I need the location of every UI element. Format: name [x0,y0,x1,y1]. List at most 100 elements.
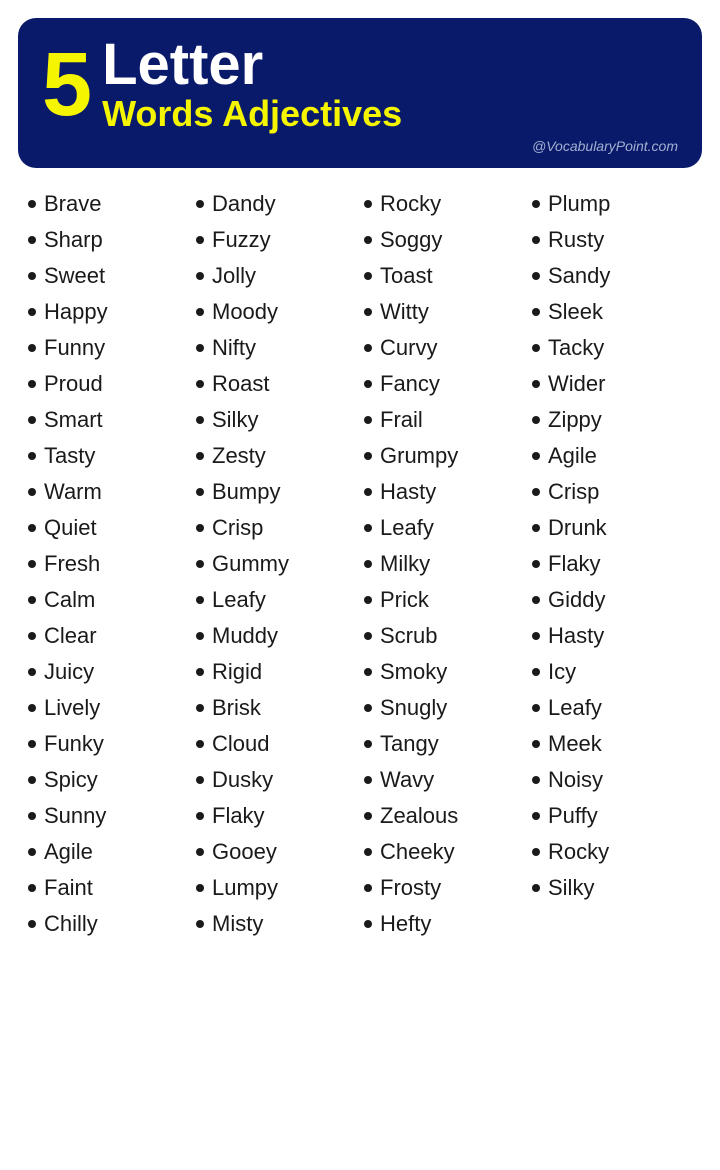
word-label: Puffy [548,803,598,829]
word-label: Rusty [548,227,604,253]
bullet-icon [196,272,204,280]
bullet-icon [28,488,36,496]
bullet-icon [532,524,540,532]
list-item: Cheeky [364,834,524,870]
list-item: Fuzzy [196,222,356,258]
bullet-icon [28,812,36,820]
list-item: Funky [28,726,188,762]
bullet-icon [364,200,372,208]
list-item: Plump [532,186,692,222]
bullet-icon [532,308,540,316]
bullet-icon [196,452,204,460]
bullet-icon [364,236,372,244]
bullet-icon [28,344,36,352]
list-item: Flaky [196,798,356,834]
bullet-icon [196,776,204,784]
list-item: Hasty [532,618,692,654]
word-label: Plump [548,191,610,217]
word-label: Scrub [380,623,437,649]
bullet-icon [196,308,204,316]
bullet-icon [196,236,204,244]
word-label: Leafy [212,587,266,613]
word-label: Spicy [44,767,98,793]
word-label: Cloud [212,731,269,757]
word-columns: BraveSharpSweetHappyFunnyProudSmartTasty… [24,186,696,942]
list-item: Snugly [364,690,524,726]
word-label: Moody [212,299,278,325]
word-label: Smoky [380,659,447,685]
word-label: Frosty [380,875,441,901]
bullet-icon [532,416,540,424]
word-label: Soggy [380,227,442,253]
list-item: Tacky [532,330,692,366]
list-item: Leafy [532,690,692,726]
list-item: Smoky [364,654,524,690]
word-label: Sandy [548,263,610,289]
list-item: Lumpy [196,870,356,906]
bullet-icon [28,776,36,784]
word-label: Silky [548,875,594,901]
word-label: Meek [548,731,602,757]
bullet-icon [532,740,540,748]
word-label: Sharp [44,227,103,253]
title-line1: Letter [102,36,402,94]
list-item: Rocky [532,834,692,870]
word-label: Frail [380,407,423,433]
bullet-icon [196,344,204,352]
word-label: Agile [44,839,93,865]
bullet-icon [532,704,540,712]
list-item: Smart [28,402,188,438]
bullet-icon [28,452,36,460]
bullet-icon [28,884,36,892]
list-item: Agile [532,438,692,474]
list-item: Giddy [532,582,692,618]
watermark: @VocabularyPoint.com [42,138,678,154]
word-label: Warm [44,479,102,505]
word-label: Clear [44,623,97,649]
word-label: Funky [44,731,104,757]
list-item: Curvy [364,330,524,366]
word-label: Tangy [380,731,439,757]
bullet-icon [196,488,204,496]
word-label: Giddy [548,587,605,613]
list-item: Brave [28,186,188,222]
bullet-icon [364,704,372,712]
page-header: 5 Letter Words Adjectives @VocabularyPoi… [18,18,702,168]
word-label: Calm [44,587,95,613]
word-label: Hefty [380,911,431,937]
bullet-icon [364,740,372,748]
word-label: Toast [380,263,433,289]
list-item: Soggy [364,222,524,258]
list-item: Sharp [28,222,188,258]
word-label: Brisk [212,695,261,721]
bullet-icon [364,452,372,460]
list-item: Icy [532,654,692,690]
bullet-icon [532,272,540,280]
word-label: Tasty [44,443,95,469]
list-item: Rocky [364,186,524,222]
word-label: Agile [548,443,597,469]
word-label: Rocky [548,839,609,865]
list-item: Bumpy [196,474,356,510]
list-item: Zippy [532,402,692,438]
word-label: Crisp [548,479,599,505]
word-label: Zealous [380,803,458,829]
bullet-icon [196,416,204,424]
word-label: Leafy [380,515,434,541]
word-label: Wavy [380,767,434,793]
word-label: Brave [44,191,101,217]
word-label: Misty [212,911,263,937]
bullet-icon [196,812,204,820]
word-label: Roast [212,371,269,397]
list-item: Zealous [364,798,524,834]
list-item: Flaky [532,546,692,582]
word-label: Prick [380,587,429,613]
word-label: Sweet [44,263,105,289]
word-label: Milky [380,551,430,577]
word-label: Quiet [44,515,97,541]
word-label: Gooey [212,839,277,865]
bullet-icon [196,884,204,892]
word-label: Noisy [548,767,603,793]
word-label: Muddy [212,623,278,649]
bullet-icon [364,272,372,280]
